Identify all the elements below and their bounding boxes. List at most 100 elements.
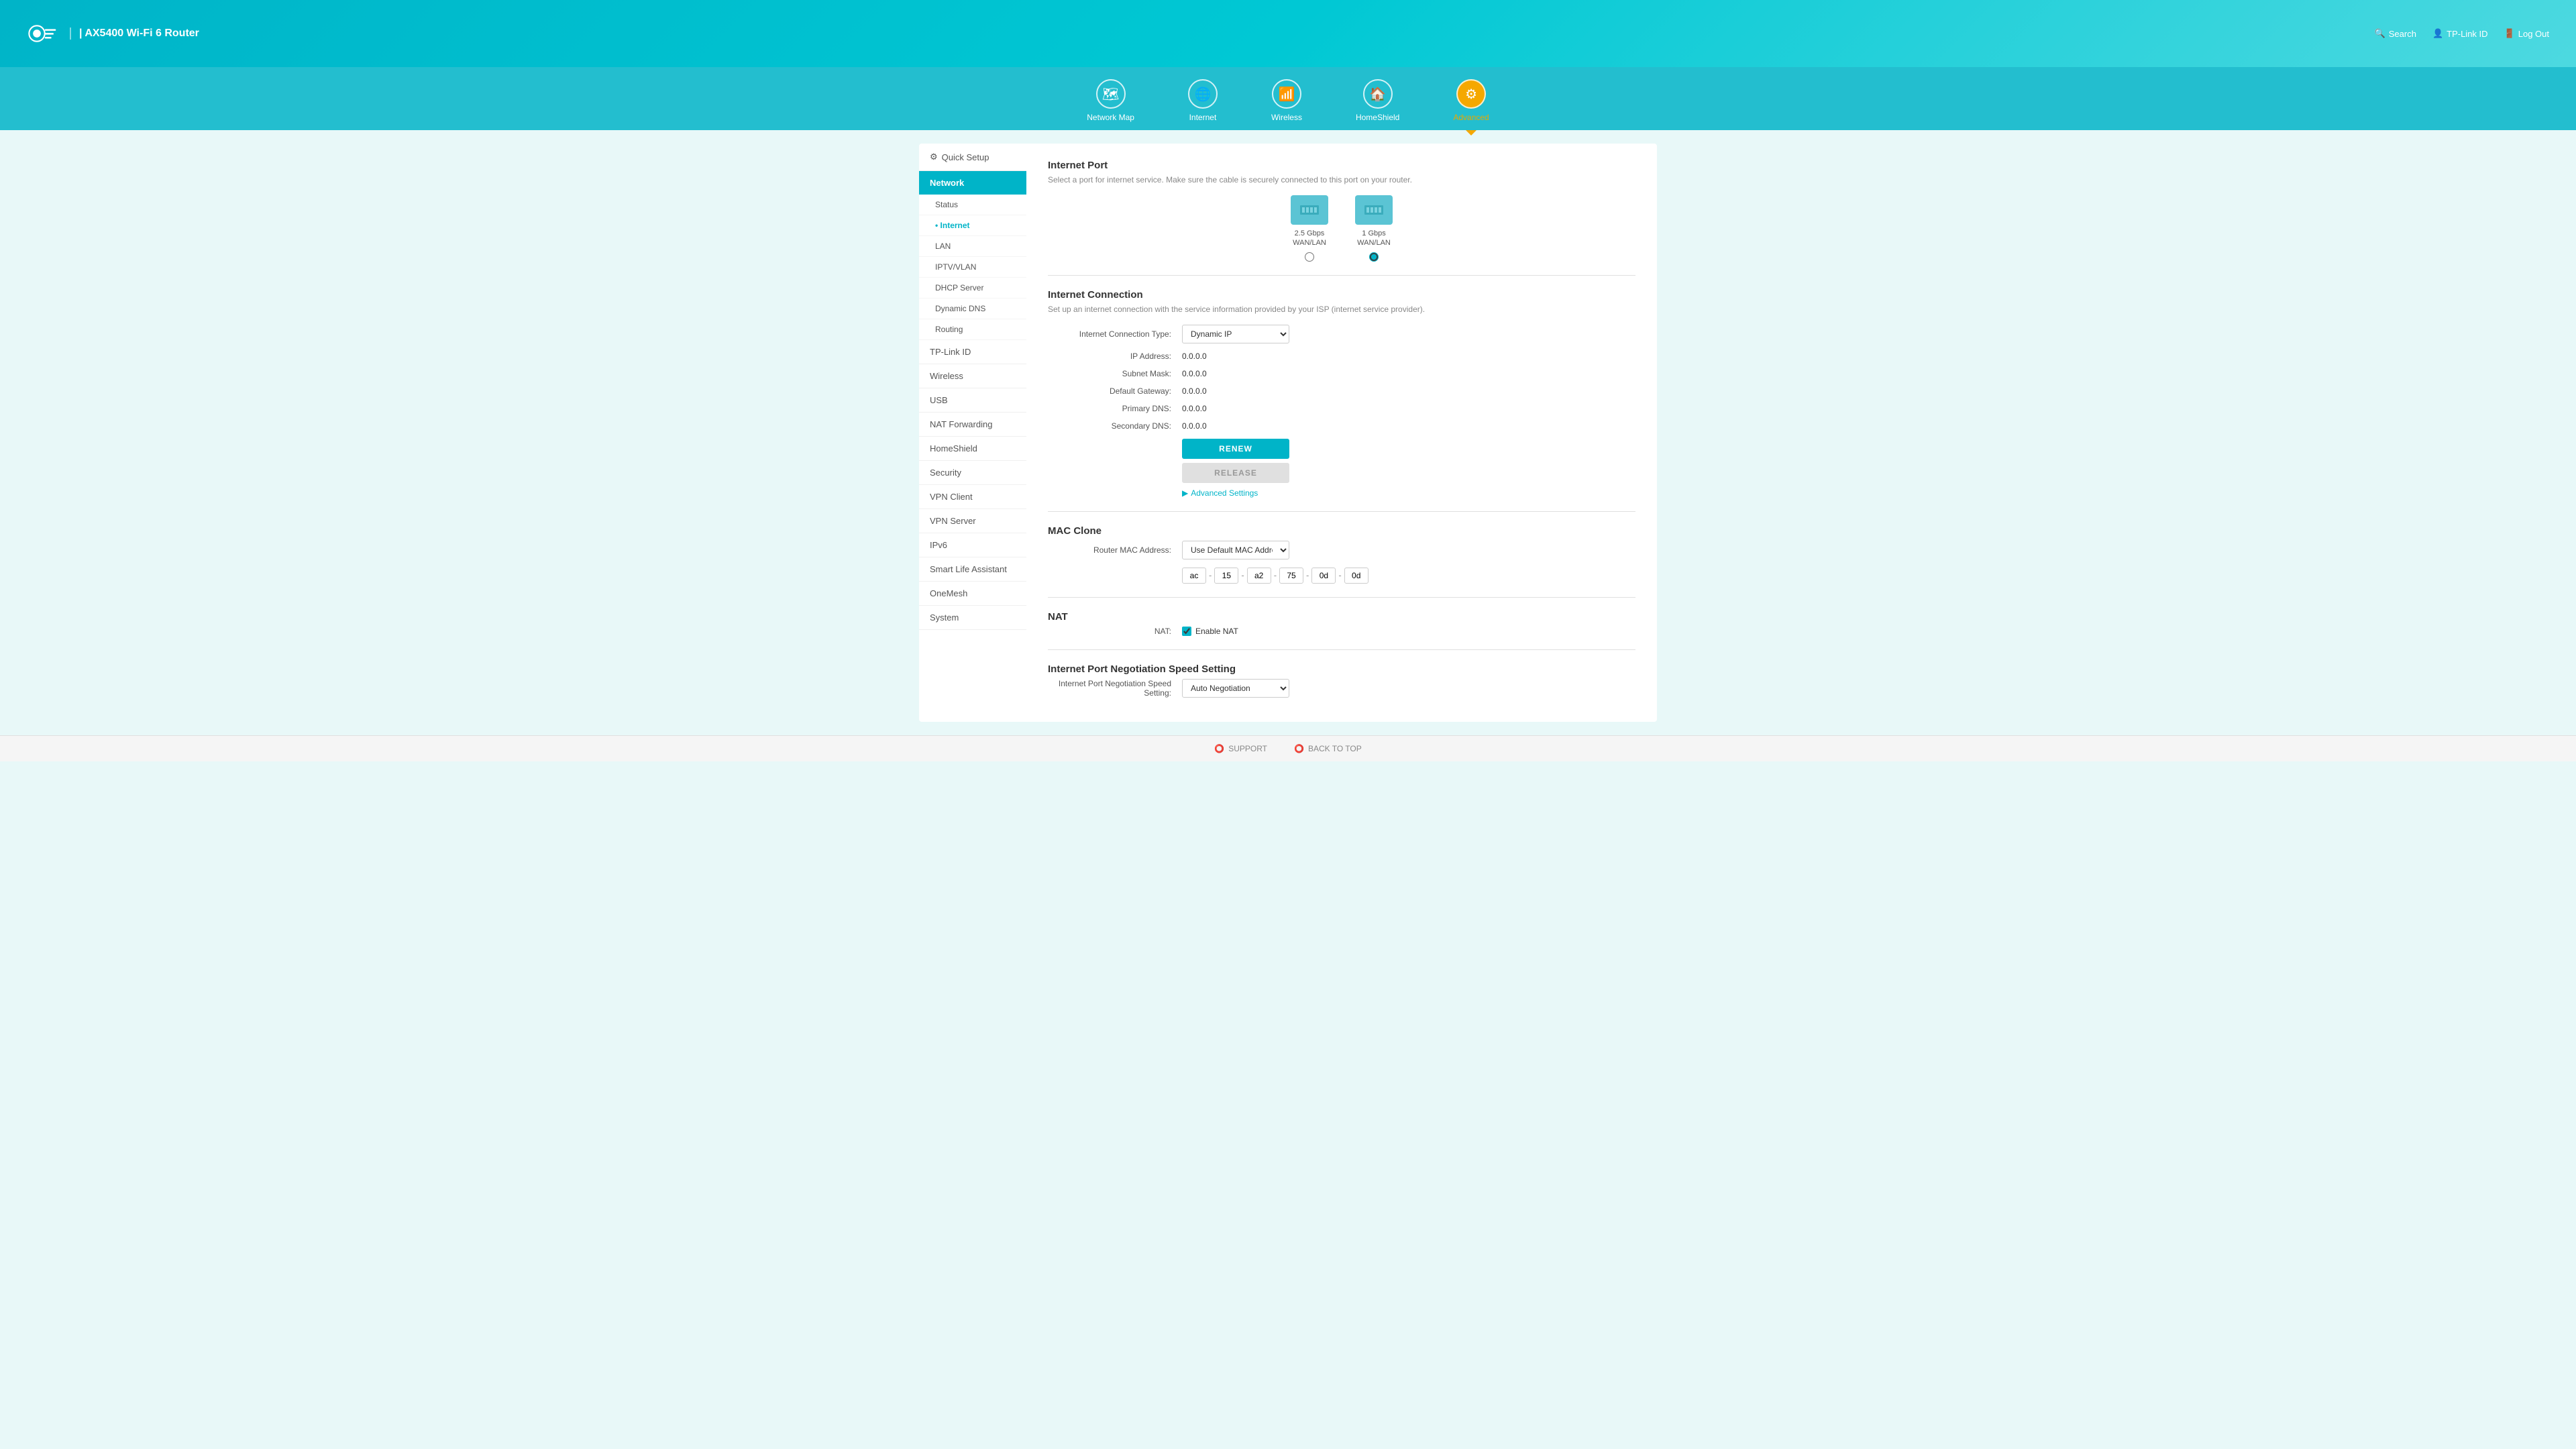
sidebar-item-nat-forwarding-label: NAT Forwarding xyxy=(930,419,992,429)
quick-setup-item[interactable]: ⚙ Quick Setup xyxy=(919,144,1026,171)
sidebar-item-status[interactable]: Status xyxy=(919,195,1026,215)
mac-seg-1[interactable] xyxy=(1182,568,1206,584)
back-to-top-link[interactable]: ⭕ BACK TO TOP xyxy=(1294,744,1362,753)
header-actions: 🔍 Search 👤 TP-Link ID 🚪 Log Out xyxy=(2375,28,2549,39)
support-label: SUPPORT xyxy=(1228,744,1267,753)
sidebar-item-dhcp-label: DHCP Server xyxy=(935,283,983,292)
sidebar-item-vpn-server[interactable]: VPN Server xyxy=(919,509,1026,533)
nav-advanced[interactable]: ⚙ Advanced xyxy=(1440,72,1502,130)
sidebar-item-internet[interactable]: Internet xyxy=(919,215,1026,236)
mac-clone-section: MAC Clone Router MAC Address: Use Defaul… xyxy=(1048,525,1635,584)
search-action[interactable]: 🔍 Search xyxy=(2375,28,2416,39)
mac-sep-1: - xyxy=(1209,570,1212,580)
port-option-2[interactable]: 1 Gbps WAN/LAN xyxy=(1355,195,1393,262)
sidebar-item-security[interactable]: Security xyxy=(919,461,1026,485)
negotiation-speed-select[interactable]: Auto Negotiation 10 Mbps Half-Duplex 10 … xyxy=(1182,679,1289,698)
support-link[interactable]: ⭕ SUPPORT xyxy=(1214,744,1267,753)
connection-type-select[interactable]: Dynamic IP Static IP PPPoE xyxy=(1182,325,1289,343)
gear-icon: ⚙ xyxy=(930,152,938,162)
mac-sep-5: - xyxy=(1338,570,1341,580)
port1-radio[interactable] xyxy=(1305,252,1314,262)
sidebar-item-lan[interactable]: LAN xyxy=(919,236,1026,257)
sidebar-item-internet-label: Internet xyxy=(941,221,970,230)
divider-3 xyxy=(1048,597,1635,598)
mac-sep-3: - xyxy=(1274,570,1277,580)
header: | AX5400 Wi-Fi 6 Router 🔍 Search 👤 TP-Li… xyxy=(0,0,2576,67)
port-option-1[interactable]: 2.5 Gbps WAN/LAN xyxy=(1291,195,1328,262)
advanced-settings-link[interactable]: ▶ Advanced Settings xyxy=(1182,488,1258,498)
mac-address-select[interactable]: Use Default MAC Address Use Current Comp… xyxy=(1182,541,1289,559)
primary-dns-row: Primary DNS: 0.0.0.0 xyxy=(1048,404,1635,413)
nav-internet[interactable]: 🌐 Internet xyxy=(1175,72,1231,130)
mac-seg-5[interactable] xyxy=(1311,568,1336,584)
nav-network-map[interactable]: 🗺 Network Map xyxy=(1073,72,1148,130)
sidebar-item-routing-label: Routing xyxy=(935,325,963,334)
mac-seg-3[interactable] xyxy=(1247,568,1271,584)
nat-title: NAT xyxy=(1048,611,1635,623)
internet-connection-desc: Set up an internet connection with the s… xyxy=(1048,305,1635,314)
nav-advanced-label: Advanced xyxy=(1453,113,1489,122)
gateway-row: Default Gateway: 0.0.0.0 xyxy=(1048,386,1635,396)
support-icon: ⭕ xyxy=(1214,744,1224,753)
tplink-id-action[interactable]: 👤 TP-Link ID xyxy=(2432,28,2488,39)
tplink-id-icon: 👤 xyxy=(2432,28,2443,39)
internet-connection-section: Internet Connection Set up an internet c… xyxy=(1048,289,1635,498)
internet-port-desc: Select a port for internet service. Make… xyxy=(1048,175,1635,184)
sidebar-item-homeshield[interactable]: HomeShield xyxy=(919,437,1026,461)
nav-homeshield[interactable]: 🏠 HomeShield xyxy=(1342,72,1413,130)
mac-seg-2[interactable] xyxy=(1214,568,1238,584)
subnet-mask-value: 0.0.0.0 xyxy=(1182,369,1207,378)
sidebar-section-network[interactable]: Network xyxy=(919,171,1026,195)
port1-label: 2.5 Gbps WAN/LAN xyxy=(1293,229,1326,248)
sidebar-item-lan-label: LAN xyxy=(935,241,951,251)
sidebar-section-network-label: Network xyxy=(930,178,964,188)
connection-type-label: Internet Connection Type: xyxy=(1048,329,1182,339)
ip-address-label: IP Address: xyxy=(1048,352,1182,361)
main-content: Internet Port Select a port for internet… xyxy=(1026,144,1657,722)
gateway-label: Default Gateway: xyxy=(1048,386,1182,396)
sidebar-item-ipv6[interactable]: IPv6 xyxy=(919,533,1026,557)
ip-address-row: IP Address: 0.0.0.0 xyxy=(1048,352,1635,361)
mac-seg-4[interactable] xyxy=(1279,568,1303,584)
port1-svg xyxy=(1296,200,1323,220)
network-map-icon: 🗺 xyxy=(1096,79,1126,109)
sidebar-item-ipv6-label: IPv6 xyxy=(930,540,947,550)
sidebar-item-vpn-client[interactable]: VPN Client xyxy=(919,485,1026,509)
sidebar-item-iptv[interactable]: IPTV/VLAN xyxy=(919,257,1026,278)
sidebar-item-dynamic-dns[interactable]: Dynamic DNS xyxy=(919,299,1026,319)
sidebar-item-iptv-label: IPTV/VLAN xyxy=(935,262,976,272)
release-button[interactable]: RELEASE xyxy=(1182,463,1289,483)
logout-action[interactable]: 🚪 Log Out xyxy=(2504,28,2549,39)
nat-checkbox[interactable] xyxy=(1182,627,1191,636)
mac-seg-6[interactable] xyxy=(1344,568,1368,584)
sidebar-item-smart-life-label: Smart Life Assistant xyxy=(930,564,1007,574)
sidebar-item-nat-forwarding[interactable]: NAT Forwarding xyxy=(919,413,1026,437)
internet-icon: 🌐 xyxy=(1188,79,1218,109)
sidebar-item-system[interactable]: System xyxy=(919,606,1026,630)
port-negotiation-section: Internet Port Negotiation Speed Setting … xyxy=(1048,663,1635,698)
sidebar-item-onemesh[interactable]: OneMesh xyxy=(919,582,1026,606)
sidebar-item-dhcp[interactable]: DHCP Server xyxy=(919,278,1026,299)
sidebar: ⚙ Quick Setup Network Status Internet LA… xyxy=(919,144,1026,722)
nav-internet-label: Internet xyxy=(1189,113,1217,122)
subnet-mask-label: Subnet Mask: xyxy=(1048,369,1182,378)
nav-wireless[interactable]: 📶 Wireless xyxy=(1258,72,1316,130)
ip-address-value: 0.0.0.0 xyxy=(1182,352,1207,361)
nav-network-map-label: Network Map xyxy=(1087,113,1134,122)
nat-row: NAT: Enable NAT xyxy=(1048,627,1635,636)
back-to-top-label: BACK TO TOP xyxy=(1308,744,1362,753)
mac-input-row: - - - - - xyxy=(1048,568,1635,584)
sidebar-item-usb[interactable]: USB xyxy=(919,388,1026,413)
port2-radio[interactable] xyxy=(1369,252,1379,262)
sidebar-item-routing[interactable]: Routing xyxy=(919,319,1026,340)
search-label: Search xyxy=(2389,29,2416,39)
renew-button[interactable]: RENEW xyxy=(1182,439,1289,459)
sidebar-item-wireless[interactable]: Wireless xyxy=(919,364,1026,388)
nat-checkbox-label[interactable]: Enable NAT xyxy=(1182,627,1238,636)
secondary-dns-label: Secondary DNS: xyxy=(1048,421,1182,431)
nat-enable-label: Enable NAT xyxy=(1195,627,1238,636)
sidebar-item-tplink-id[interactable]: TP-Link ID xyxy=(919,340,1026,364)
sidebar-item-wireless-label: Wireless xyxy=(930,371,963,381)
sidebar-item-smart-life[interactable]: Smart Life Assistant xyxy=(919,557,1026,582)
sidebar-item-dynamic-dns-label: Dynamic DNS xyxy=(935,304,985,313)
